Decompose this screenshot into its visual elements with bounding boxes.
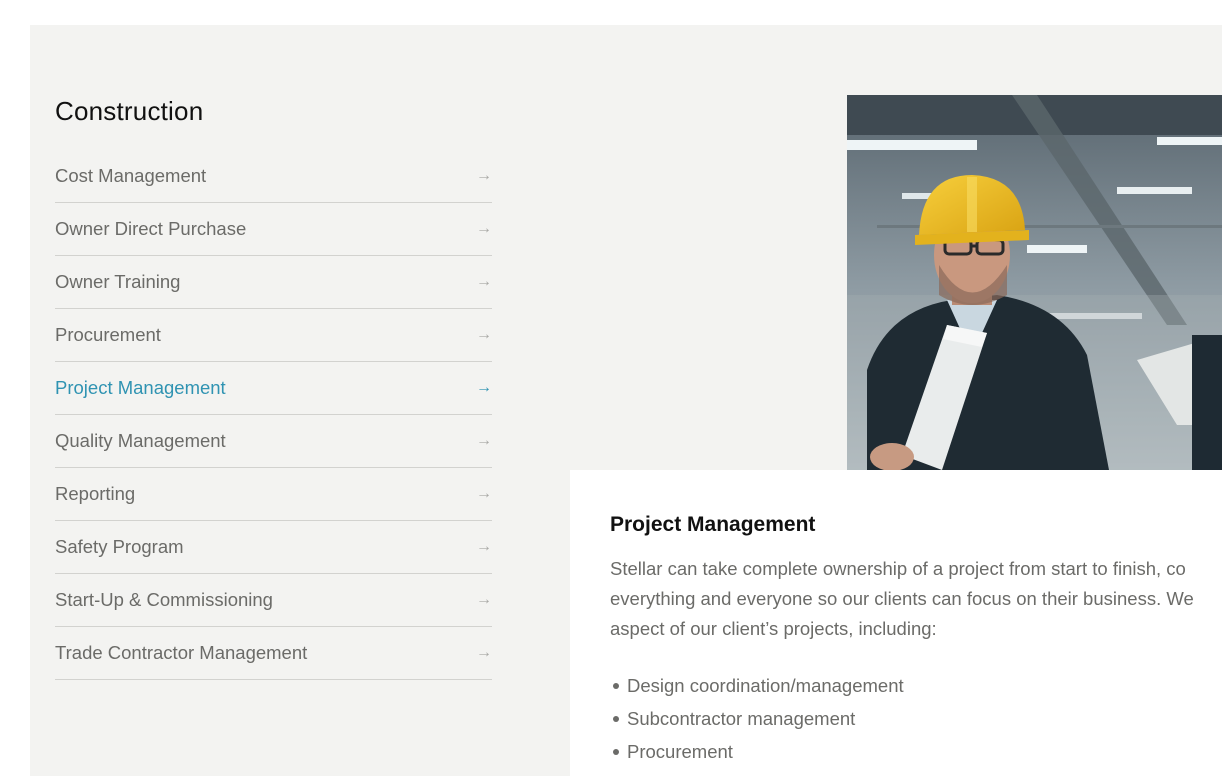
list-item: Design coordination/management xyxy=(610,669,904,702)
nav-item-label: Procurement xyxy=(55,324,161,345)
nav-item-owner-direct-purchase[interactable]: Owner Direct Purchase → xyxy=(55,203,492,256)
arrow-right-icon: → xyxy=(476,485,492,502)
arrow-right-icon: → xyxy=(476,379,492,396)
content-description: Stellar can take complete ownership of a… xyxy=(610,554,1222,644)
hero-photo xyxy=(847,95,1222,470)
description-line: everything and everyone so our clients c… xyxy=(610,588,1194,609)
nav-item-label: Start-Up & Commissioning xyxy=(55,589,273,610)
bullet-icon xyxy=(613,748,619,755)
nav-item-owner-training[interactable]: Owner Training → xyxy=(55,256,492,309)
arrow-right-icon: → xyxy=(476,167,492,184)
description-line: aspect of our client’s projects, includi… xyxy=(610,618,937,639)
nav-item-trade-contractor-management[interactable]: Trade Contractor Management → xyxy=(55,627,492,680)
nav-item-label: Cost Management xyxy=(55,165,207,186)
nav-item-label: Reporting xyxy=(55,483,136,504)
nav-item-label: Project Management xyxy=(55,377,226,398)
nav-item-reporting[interactable]: Reporting → xyxy=(55,468,492,521)
bullet-text: Subcontractor management xyxy=(627,707,856,729)
arrow-right-icon: → xyxy=(476,432,492,449)
nav-item-start-up-commissioning[interactable]: Start-Up & Commissioning → xyxy=(55,574,492,627)
nav-item-safety-program[interactable]: Safety Program → xyxy=(55,521,492,574)
arrow-right-icon: → xyxy=(476,326,492,343)
service-nav-list: Cost Management → Owner Direct Purchase … xyxy=(55,150,492,680)
section-title: Construction xyxy=(55,96,204,126)
construction-worker-image xyxy=(847,95,1222,470)
arrow-right-icon: → xyxy=(476,591,492,608)
nav-item-label: Owner Direct Purchase xyxy=(55,218,247,239)
nav-item-label: Trade Contractor Management xyxy=(55,642,308,663)
nav-item-label: Quality Management xyxy=(55,430,226,451)
nav-item-label: Safety Program xyxy=(55,536,184,557)
arrow-right-icon: → xyxy=(476,220,492,237)
nav-item-project-management[interactable]: Project Management → xyxy=(55,362,492,415)
list-item: Procurement xyxy=(610,735,904,768)
arrow-right-icon: → xyxy=(476,538,492,555)
nav-item-cost-management[interactable]: Cost Management → xyxy=(55,150,492,203)
arrow-right-icon: → xyxy=(476,273,492,290)
nav-item-label: Owner Training xyxy=(55,271,181,292)
bullet-icon xyxy=(613,682,619,689)
bullet-text: Design coordination/management xyxy=(627,674,904,696)
nav-item-procurement[interactable]: Procurement → xyxy=(55,309,492,362)
service-bullet-list: Design coordination/management Subcontra… xyxy=(610,669,904,768)
arrow-right-icon: → xyxy=(476,644,492,661)
bullet-icon xyxy=(613,715,619,722)
list-item: Subcontractor management xyxy=(610,702,904,735)
description-line: Stellar can take complete ownership of a… xyxy=(610,558,1186,579)
page: Construction Cost Management → Owner Dir… xyxy=(0,0,1222,776)
content-card: Project Management Stellar can take comp… xyxy=(570,470,1222,776)
content-title: Project Management xyxy=(610,513,816,536)
bullet-text: Procurement xyxy=(627,740,733,762)
nav-item-quality-management[interactable]: Quality Management → xyxy=(55,415,492,468)
